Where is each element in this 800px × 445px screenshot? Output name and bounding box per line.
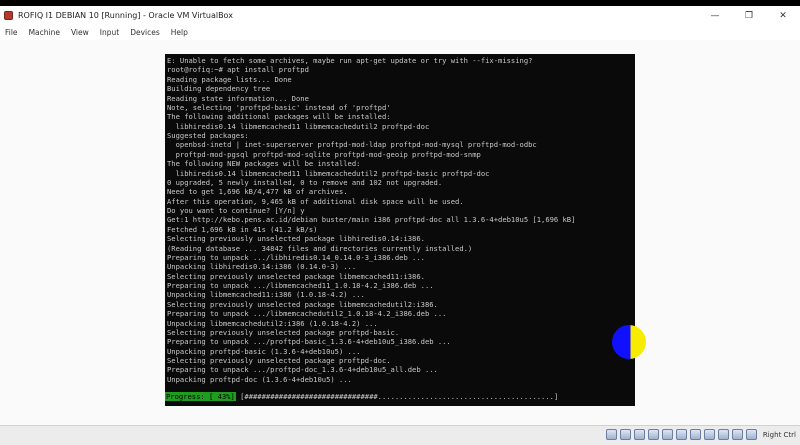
console-line: proftpd-mod-pgsql proftpd-mod-sqlite pro… (167, 149, 481, 159)
console-line: Unpacking proftpd-doc (1.3.6-4+deb10u5) … (167, 374, 352, 384)
audio-icon[interactable] (633, 429, 645, 440)
console-line: Reading package lists... Done (167, 74, 292, 84)
virtualbox-app-icon (4, 11, 13, 20)
console-line: Preparing to unpack .../libmemcached11_1… (167, 281, 434, 290)
console-line: Preparing to unpack .../proftpd-doc_1.3.… (167, 365, 438, 375)
console-line: Note, selecting 'proftpd-basic' instead … (167, 102, 391, 112)
console-line: Preparing to unpack .../libhiredis0.14_0… (167, 252, 425, 262)
menu-file[interactable]: File (0, 28, 24, 37)
window-title: ROFIQ I1 DEBIAN 10 [Running] - Oracle VM… (18, 11, 233, 20)
console-line: Preparing to unpack .../proftpd-basic_1.… (167, 337, 451, 347)
console-line: E: Unable to fetch some archives, maybe … (167, 56, 533, 65)
console-line: Selecting previously unselected package … (167, 356, 391, 365)
virtualbox-window: ROFIQ I1 DEBIAN 10 [Running] - Oracle VM… (0, 0, 800, 445)
console-line: 0 upgraded, 5 newly installed, 0 to remo… (167, 177, 443, 187)
optical-drive-icon[interactable] (619, 429, 631, 440)
console-line: Unpacking libmemcachedutil2:i386 (1.0.18… (167, 318, 378, 328)
shared-folders-icon[interactable] (675, 429, 687, 440)
console-line: (Reading database ... 34842 files and di… (167, 243, 473, 253)
console-line: Fetched 1,696 kB in 41s (41.2 kB/s) (167, 224, 318, 234)
hard-disk-icon[interactable] (605, 429, 617, 440)
display-icon[interactable] (689, 429, 701, 440)
mouse-integration-icon[interactable] (731, 429, 743, 440)
close-button[interactable]: ✕ (766, 6, 800, 25)
progress-label: Progress: [ 43%] (165, 392, 236, 401)
console-line: Unpacking proftpd-basic (1.3.6-4+deb10u5… (167, 346, 361, 356)
console-line: root@rofiq:~# apt install proftpd (167, 65, 309, 75)
console-line: Selecting previously unselected package … (167, 299, 438, 309)
progress-bar: [###############################........… (240, 392, 559, 401)
status-bar: Right Ctrl (0, 425, 800, 445)
console-line: Preparing to unpack .../libmemcachedutil… (167, 309, 447, 319)
title-bar[interactable]: ROFIQ I1 DEBIAN 10 [Running] - Oracle VM… (0, 6, 800, 25)
video-capture-icon[interactable] (703, 429, 715, 440)
console-line: Unpacking libhiredis0.14:i386 (0.14.0-3)… (167, 262, 357, 272)
usb-icon[interactable] (661, 429, 673, 440)
console-line: Unpacking libmemcached11:i386 (1.0.18-4.… (167, 290, 365, 300)
status-tray: Right Ctrl (605, 429, 796, 440)
console-line: Selecting previously unselected package … (167, 271, 425, 281)
console-line: Building dependency tree (167, 84, 271, 94)
menu-devices[interactable]: Devices (125, 28, 166, 37)
menu-input[interactable]: Input (95, 28, 125, 37)
host-key-label: Right Ctrl (762, 430, 796, 439)
console-line: Do you want to continue? [Y/n] y (167, 206, 305, 215)
console-line: libhiredis0.14 libmemcached11 libmemcach… (167, 121, 430, 131)
console-line: Need to get 1,696 kB/4,477 kB of archive… (167, 187, 348, 197)
console-line: After this operation, 9,465 kB of additi… (167, 196, 464, 206)
menu-machine[interactable]: Machine (24, 28, 66, 37)
restore-button[interactable]: ❐ (732, 6, 766, 25)
console-line: libhiredis0.14 libmemcached11 libmemcach… (167, 168, 490, 178)
menu-view[interactable]: View (66, 28, 95, 37)
cpu-icon[interactable] (717, 429, 729, 440)
vm-console[interactable]: E: Unable to fetch some archives, maybe … (165, 54, 635, 406)
console-line: The following additional packages will b… (167, 112, 391, 122)
minimize-button[interactable]: — (698, 6, 732, 25)
console-line: Get:1 http://kebo.pens.ac.id/debian bust… (167, 215, 576, 225)
menu-help[interactable]: Help (166, 28, 194, 37)
console-line: Suggested packages: (167, 131, 249, 140)
keyboard-capture-icon[interactable] (745, 429, 757, 440)
menu-bar: File Machine View Input Devices Help (0, 25, 800, 39)
console-line: The following NEW packages will be insta… (167, 159, 361, 169)
console-line: Reading state information... Done (167, 93, 309, 103)
network-icon[interactable] (647, 429, 659, 440)
apt-progress-row: Progress: [ 43%] [######################… (165, 392, 635, 402)
mouse-pointer-highlight-icon (612, 325, 646, 359)
console-line: Selecting previously unselected package … (167, 327, 400, 337)
console-line: Selecting previously unselected package … (167, 234, 425, 244)
window-controls: — ❐ ✕ (698, 6, 800, 25)
console-line: openbsd-inetd | inet-superserver proftpd… (167, 140, 537, 150)
